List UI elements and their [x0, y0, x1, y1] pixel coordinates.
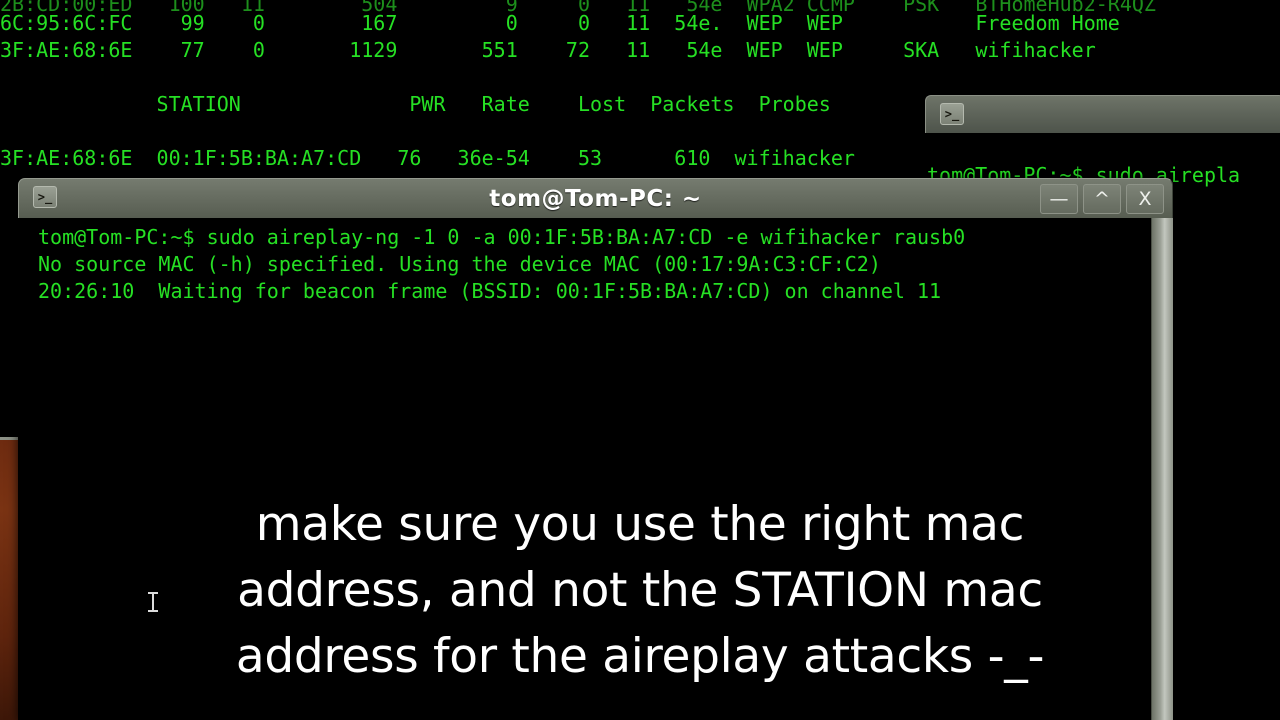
- window-title: tom@Tom-PC: ~: [489, 185, 702, 212]
- terminal-line: 20:26:10 Waiting for beacon frame (BSSID…: [38, 279, 942, 303]
- minimize-button[interactable]: —: [1040, 184, 1078, 214]
- ap-row: 3F:AE:68:6E 77 0 1129 551 72 11 54e WEP …: [0, 38, 1096, 62]
- maximize-button[interactable]: ^: [1083, 184, 1121, 214]
- right-window-titlebar[interactable]: >_: [925, 95, 1280, 133]
- caption-overlay: make sure you use the right mac address,…: [0, 492, 1280, 690]
- station-header: STATION PWR Rate Lost Packets Probes: [0, 92, 831, 116]
- terminal-output: tom@Tom-PC:~$ sudo aireplay-ng -1 0 -a 0…: [38, 224, 965, 305]
- close-button[interactable]: X: [1126, 184, 1164, 214]
- terminal-line: tom@Tom-PC:~$ sudo aireplay-ng -1 0 -a 0…: [38, 225, 966, 249]
- caption-line: make sure you use the right mac: [255, 497, 1025, 552]
- main-window-titlebar[interactable]: >_ tom@Tom-PC: ~ — ^ X: [18, 178, 1173, 218]
- station-row: 3F:AE:68:6E 00:1F:5B:BA:A7:CD 76 36e-54 …: [0, 146, 855, 170]
- screen-root: 2B:CD:00:ED 100 11 504 9 0 11 54e WPA2 C…: [0, 0, 1280, 720]
- terminal-line: No source MAC (-h) specified. Using the …: [38, 252, 881, 276]
- terminal-icon: >_: [940, 103, 964, 125]
- window-controls: — ^ X: [1040, 184, 1164, 214]
- caption-line: address, and not the STATION mac: [237, 563, 1043, 618]
- ap-row: 6C:95:6C:FC 99 0 167 0 0 11 54e. WEP WEP…: [0, 11, 1120, 35]
- caption-line: address for the aireplay attacks -_-: [235, 629, 1045, 684]
